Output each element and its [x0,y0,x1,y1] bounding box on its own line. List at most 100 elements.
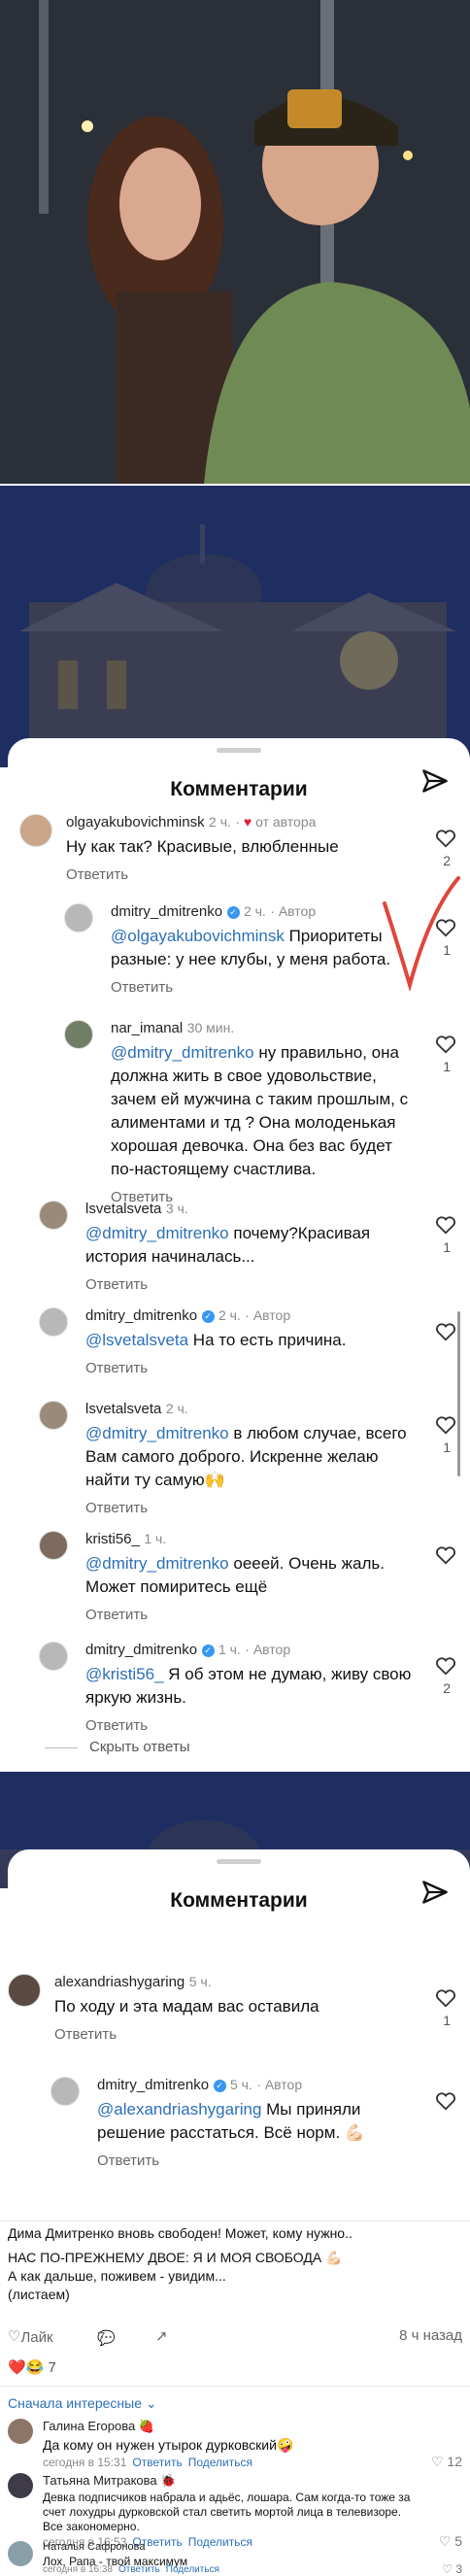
reply-button[interactable]: Ответить [97,2152,414,2169]
mention-link[interactable]: @lsvetalsveta [85,1331,188,1349]
avatar[interactable] [39,1307,68,1337]
divider [0,2220,470,2221]
username[interactable]: lsvetalsveta [85,1401,161,1417]
share-button[interactable]: Поделиться [166,2564,219,2575]
like-heart-icon[interactable] [435,1321,456,1342]
sheet-handle[interactable] [217,1859,261,1864]
couple-photo-art [0,0,470,484]
avatar[interactable] [39,1201,68,1230]
mention-link[interactable]: @dmitry_dmitrenko [111,1043,254,1062]
reply-button[interactable]: Ответить [85,1276,414,1293]
author-badge-label: от автора [255,814,317,830]
avatar[interactable] [50,2077,80,2106]
like-count: 12 [447,2454,462,2469]
comment-time: 1 ч. [218,1642,241,1657]
comment: kristi56_ 1 ч. @dmitry_dmitrenko оееей. … [39,1531,462,1623]
mention-link[interactable]: @dmitry_dmitrenko [85,1554,229,1573]
username[interactable]: dmitry_dmitrenko [85,1307,197,1324]
share-icon[interactable]: ↗ [155,2327,168,2345]
church-photo-art [0,486,470,767]
avatar[interactable] [39,1531,68,1560]
like-count: 2 [443,1680,451,1696]
mention-link[interactable]: @kristi56_ [85,1665,164,1683]
avatar[interactable] [39,1642,68,1671]
comment: dmitry_dmitrenko ✓ 2 ч. · Автор @lsvetal… [39,1307,462,1376]
sheet-handle[interactable] [217,748,261,753]
post-text: Дима Дмитренко вновь свободен! Может, ко… [8,2224,462,2304]
reply-button[interactable]: Ответить [66,866,414,883]
like-heart-icon[interactable] [435,1655,456,1677]
username[interactable]: dmitry_dmitrenko [97,2077,209,2093]
author-badge-label: Автор [252,1642,291,1657]
reply-button[interactable]: Ответить [85,1360,414,1376]
username[interactable]: kristi56_ [85,1531,140,1547]
comment-body: nar_imanal 30 мин. @dmitry_dmitrenko ну … [111,1020,414,1205]
commenter-name[interactable]: Татьяна Митракова 🐞 [43,2473,176,2489]
reactions-count: 7 [48,2359,56,2376]
send-icon[interactable] [421,767,449,795]
vk-comment-time: сегодня в 15:31 [43,2456,127,2469]
comment-body: lsvetalsveta 3 ч. @dmitry_dmitrenko поче… [85,1201,414,1293]
like-heart-icon[interactable] [435,1414,456,1436]
comment-body: dmitry_dmitrenko ✓ 5 ч. · Автор @alexand… [97,2077,414,2169]
post-line: НАС ПО-ПРЕЖНЕМУ ДВОЕ: Я И МОЯ СВОБОДА 💪🏻 [8,2250,343,2265]
reply-button[interactable]: Ответить [118,2564,160,2575]
commenter-name[interactable]: Галина Егорова 🍓 [43,2419,154,2434]
scrollbar[interactable] [457,1311,460,1476]
reply-button[interactable]: Ответить [54,2026,414,2043]
reply-button[interactable]: Ответить [111,979,414,996]
reply-button[interactable]: Ответить [85,1717,414,1734]
username[interactable]: alexandriashygaring [54,1974,185,1990]
sort-link[interactable]: Сначала интересные ⌄ [8,2395,157,2412]
like-heart-icon[interactable] [435,1034,456,1055]
comment-text: @kristi56_ Я об этом не думаю, живу свою… [85,1663,414,1710]
comment-reply: nar_imanal 30 мин. @dmitry_dmitrenko ну … [64,1020,462,1205]
mention-link[interactable]: @olgayakubovichminsk [111,927,285,945]
like-heart-icon[interactable] [435,828,456,849]
avatar[interactable] [39,1401,68,1430]
avatar[interactable] [8,2541,33,2566]
mention-link[interactable]: @dmitry_dmitrenko [85,1424,229,1442]
vk-like[interactable]: ♡ 12 [431,2454,462,2470]
sheet-title: Комментарии [170,1889,308,1912]
hide-replies-button[interactable]: Скрыть ответы [45,1739,190,1755]
author-badge: · ♥ от автора [235,814,317,830]
username[interactable]: lsvetalsveta [85,1201,161,1217]
comment-body: dmitry_dmitrenko ✓ 1 ч. · Автор @kristi5… [85,1642,414,1734]
username[interactable]: dmitry_dmitrenko [111,903,222,920]
vk-comment: Татьяна Митракова 🐞 Девка подписчиков на… [8,2473,462,2549]
like-heart-icon[interactable] [435,1544,456,1566]
like-count: 1 [443,1440,451,1455]
like-button[interactable]: ♡ Лайк [8,2327,53,2346]
mention-link[interactable]: @dmitry_dmitrenko [85,1224,229,1242]
send-icon[interactable] [421,1879,449,1906]
comment-time: 2 ч. [165,1401,188,1416]
comment-time: 2 ч. [209,814,231,830]
mention-link[interactable]: @alexandriashygaring [97,2100,261,2118]
username[interactable]: olgayakubovichminsk [66,814,205,830]
avatar[interactable] [8,2473,33,2498]
author-badge-label: Автор [278,903,317,919]
comment: alexandriashygaring 5 ч. По ходу и эта м… [8,1974,462,2061]
reply-button[interactable]: Ответить [132,2456,182,2469]
comment-text: @dmitry_dmitrenko почему?Красивая истори… [85,1222,414,1269]
avatar[interactable] [64,1020,93,1049]
avatar[interactable] [64,903,93,932]
avatar[interactable] [8,1974,41,2007]
avatar[interactable] [19,814,52,847]
share-button[interactable]: Поделиться [188,2456,252,2469]
reply-button[interactable]: Ответить [85,1500,414,1516]
comment-body: dmitry_dmitrenko ✓ 2 ч. · Автор @olgayak… [111,903,414,996]
username[interactable]: dmitry_dmitrenko [85,1642,197,1658]
like-heart-icon[interactable] [435,1987,456,2009]
comment-text: @lsvetalsveta На то есть причина. [85,1329,414,1352]
like-heart-icon[interactable] [435,2090,456,2112]
avatar[interactable] [8,2419,33,2444]
username[interactable]: nar_imanal [111,1020,183,1036]
reply-button[interactable]: Ответить [85,1607,414,1623]
commenter-name[interactable]: Наталья Сафронова [43,2541,146,2553]
comment: lsvetalsveta 2 ч. @dmitry_dmitrenko в лю… [39,1401,462,1516]
comment-time: 5 ч. [188,1974,212,1989]
like-heart-icon[interactable] [435,1214,456,1236]
reactions[interactable]: ❤️😂 7 [8,2358,56,2376]
